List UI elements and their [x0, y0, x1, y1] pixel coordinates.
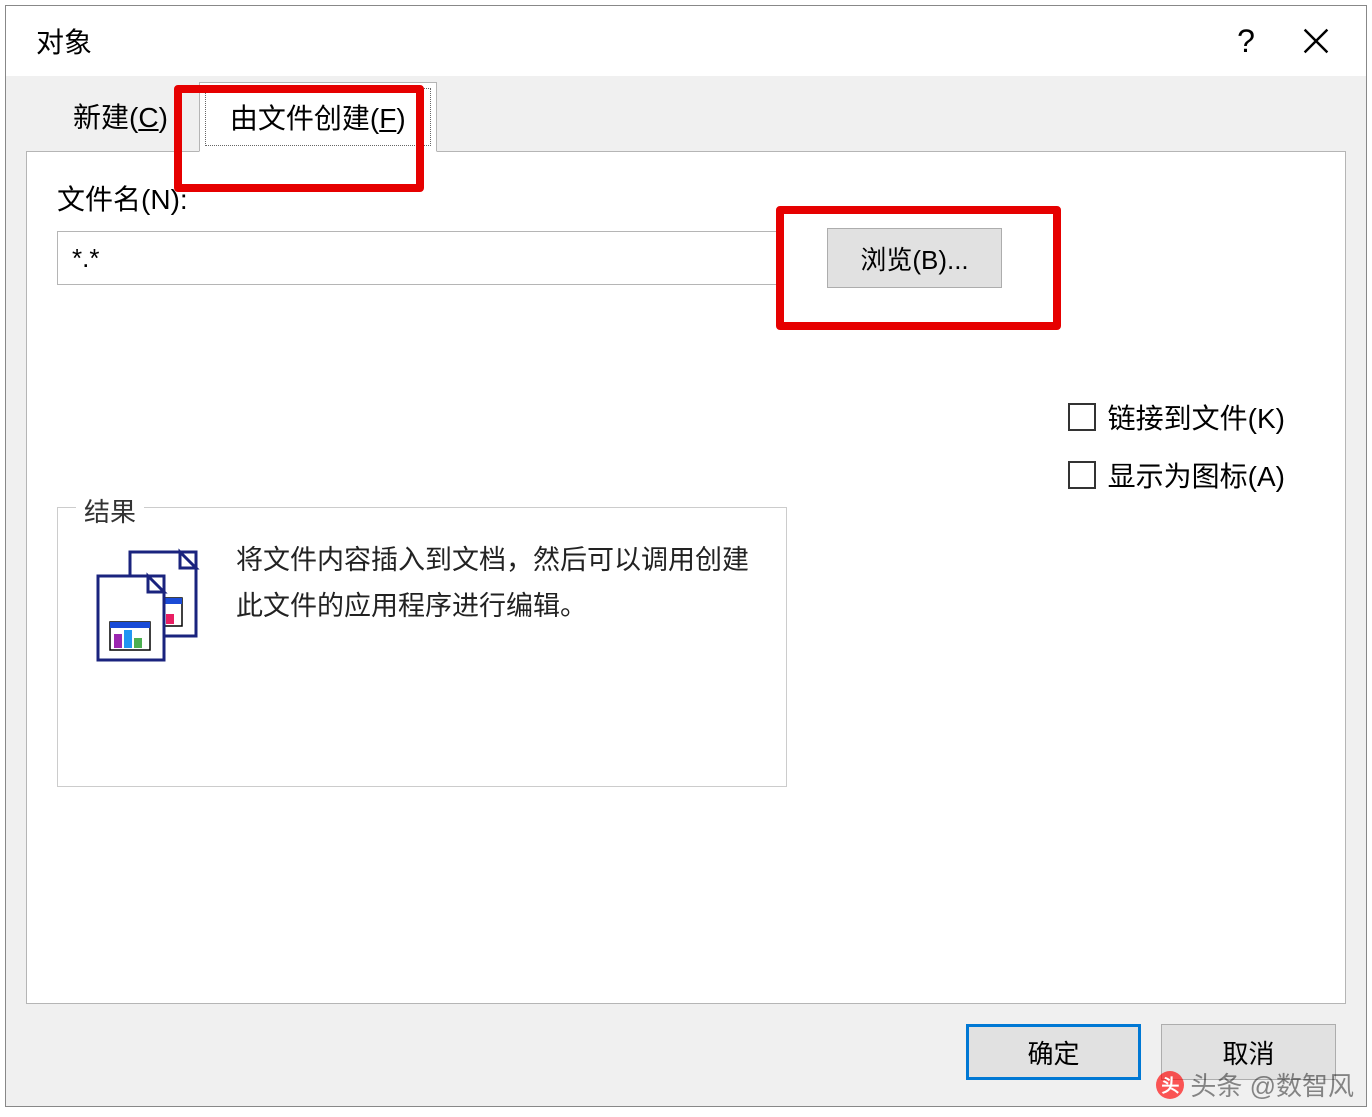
dialog-body: 新建(C) 由文件创建(F) 文件名(N): 浏览(B)... 链接到文件(K) — [6, 76, 1366, 1106]
tab-create-new[interactable]: 新建(C) — [42, 81, 199, 151]
object-dialog: 对象 ? 新建(C) 由文件创建(F) 文件名(N): 浏览(B)... — [5, 5, 1367, 1107]
titlebar: 对象 ? — [6, 6, 1366, 76]
cancel-button[interactable]: 取消 — [1161, 1024, 1336, 1080]
result-description: 将文件内容插入到文档，然后可以调用创建此文件的应用程序进行编辑。 — [236, 538, 756, 666]
ok-button[interactable]: 确定 — [966, 1024, 1141, 1080]
checkbox-label: 显示为图标(A) — [1108, 455, 1285, 495]
filename-label: 文件名(N): — [57, 178, 1315, 218]
help-button[interactable]: ? — [1211, 11, 1281, 71]
result-body: 将文件内容插入到文档，然后可以调用创建此文件的应用程序进行编辑。 — [58, 508, 786, 696]
options-area: 链接到文件(K) 显示为图标(A) — [1068, 397, 1285, 495]
checkbox-display-as-icon[interactable]: 显示为图标(A) — [1068, 455, 1285, 495]
close-icon — [1303, 28, 1329, 54]
dialog-title: 对象 — [36, 21, 1211, 61]
tab-label: 新建(C) — [73, 102, 168, 133]
tab-create-from-file[interactable]: 由文件创建(F) — [199, 82, 437, 152]
dialog-button-bar: 确定 取消 — [26, 1004, 1346, 1086]
tab-strip: 新建(C) 由文件创建(F) — [26, 76, 1346, 151]
checkbox-label: 链接到文件(K) — [1108, 397, 1285, 437]
checkbox-box-icon — [1068, 461, 1096, 489]
filename-row: 浏览(B)... — [57, 228, 1315, 288]
browse-button[interactable]: 浏览(B)... — [827, 228, 1002, 288]
checkbox-box-icon — [1068, 403, 1096, 431]
close-button[interactable] — [1281, 11, 1351, 71]
tab-panel-create-from-file: 文件名(N): 浏览(B)... 链接到文件(K) 显示为图标(A) 结果 — [26, 151, 1346, 1004]
tab-label: 由文件创建(F) — [230, 103, 406, 134]
checkbox-link-to-file[interactable]: 链接到文件(K) — [1068, 397, 1285, 437]
result-legend: 结果 — [76, 492, 144, 529]
filename-input[interactable] — [57, 231, 777, 285]
result-groupbox: 结果 — [57, 507, 787, 787]
embed-document-icon — [88, 546, 208, 666]
